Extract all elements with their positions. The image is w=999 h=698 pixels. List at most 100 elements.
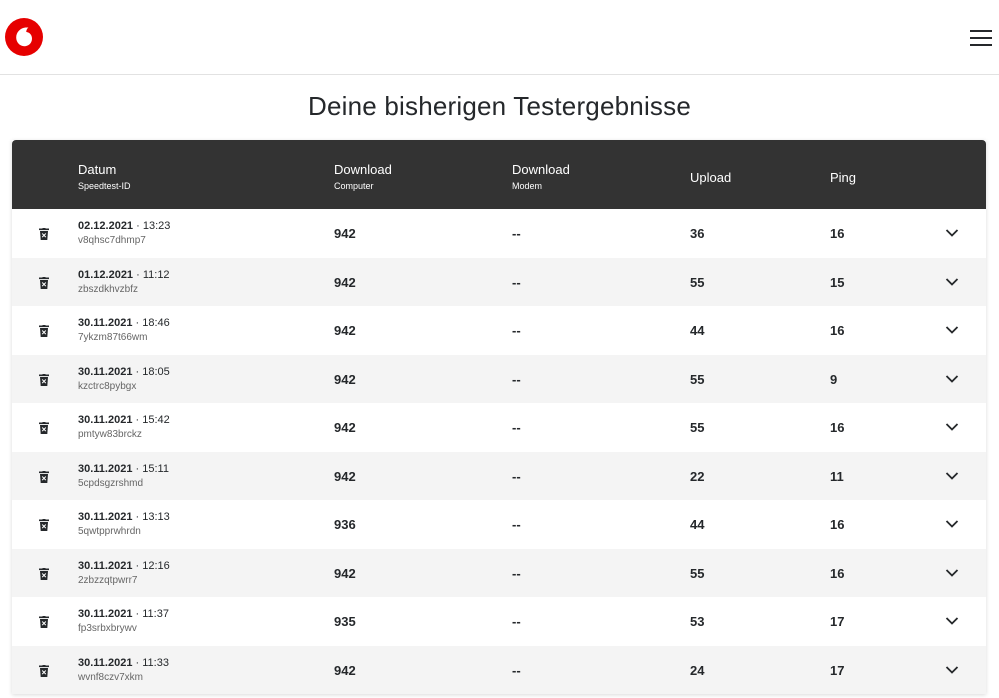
table-body: 02.12.2021 · 13:23 v8qhsc7dhmp7 942 -- 3… — [12, 209, 986, 694]
table-row[interactable]: 30.11.2021 · 12:16 2zbzzqtpwrr7 942 -- 5… — [12, 548, 986, 597]
test-date-day: 30.11.2021 — [78, 317, 133, 329]
trash-icon[interactable] — [39, 276, 49, 289]
trash-icon[interactable] — [39, 373, 49, 386]
date-cell: 30.11.2021 · 11:33 wvnf8czv7xkm — [78, 657, 169, 683]
column-header-datum-sub: Speedtest-ID — [78, 181, 131, 191]
table-header: Datum Speedtest-ID Download Computer Dow… — [12, 140, 986, 209]
download-modem-value: -- — [512, 517, 521, 532]
trash-icon[interactable] — [39, 519, 49, 531]
table-row[interactable]: 30.11.2021 · 15:11 5cpdsgzrshmd 942 -- 2… — [12, 451, 986, 500]
column-header-ping-label: Ping — [830, 170, 857, 185]
test-date: 30.11.2021 · 15:42 — [78, 414, 170, 426]
chevron-down-icon[interactable] — [945, 616, 959, 626]
table-row[interactable]: 30.11.2021 · 13:13 5qwtpprwhrdn 936 -- 4… — [12, 500, 986, 549]
test-date: 30.11.2021 · 18:05 — [78, 366, 170, 378]
upload-value: 24 — [690, 662, 705, 678]
table-row[interactable]: 02.12.2021 · 13:23 v8qhsc7dhmp7 942 -- 3… — [12, 209, 986, 258]
test-date-day: 30.11.2021 — [78, 559, 133, 572]
download-computer-value: 935 — [334, 614, 356, 629]
table-row[interactable]: 30.11.2021 · 18:05 kzctrc8pybgx 942 -- 5… — [12, 354, 986, 403]
date-cell: 30.11.2021 · 13:13 5qwtpprwhrdn — [78, 511, 170, 537]
chevron-down-icon[interactable] — [945, 374, 959, 384]
chevron-down-icon[interactable] — [945, 471, 959, 481]
table-row[interactable]: 30.11.2021 · 11:33 wvnf8czv7xkm 942 -- 2… — [12, 645, 986, 694]
date-cell: 30.11.2021 · 11:37 fp3srbxbrywv — [78, 608, 169, 634]
test-date: 30.11.2021 · 15:11 — [78, 463, 169, 475]
download-computer-value: 942 — [334, 371, 356, 387]
test-time: · 15:11 — [135, 462, 169, 475]
date-cell: 01.12.2021 · 11:12 zbszdkhvzbfz — [78, 269, 170, 295]
download-modem-value: -- — [512, 614, 521, 629]
download-modem-value: -- — [512, 420, 521, 435]
vodafone-logo-icon[interactable] — [5, 18, 43, 56]
chevron-down-icon[interactable] — [945, 568, 959, 578]
speedtest-id: 5cpdsgzrshmd — [78, 477, 144, 489]
ping-value: 16 — [830, 565, 845, 581]
test-date-day: 30.11.2021 — [78, 414, 133, 426]
download-modem-value: -- — [512, 565, 521, 581]
date-cell: 30.11.2021 · 18:05 kzctrc8pybgx — [78, 366, 170, 392]
test-time: · 11:33 — [135, 656, 169, 669]
chevron-down-icon[interactable] — [945, 228, 959, 238]
chevron-down-icon[interactable] — [945, 422, 959, 432]
chevron-down-icon[interactable] — [945, 519, 959, 529]
download-modem-value: -- — [512, 274, 521, 290]
test-date-day: 02.12.2021 — [78, 220, 134, 232]
test-time: · 12:16 — [135, 559, 170, 572]
speedtest-id: 2zbzzqtpwrr7 — [78, 574, 138, 586]
chevron-down-icon[interactable] — [945, 277, 959, 287]
download-computer-value: 942 — [334, 662, 356, 678]
test-time: · 11:12 — [136, 268, 170, 281]
download-computer-value: 942 — [334, 420, 356, 435]
speedtest-id: kzctrc8pybgx — [78, 380, 137, 392]
upload-value: 22 — [690, 468, 705, 484]
table-row[interactable]: 30.11.2021 · 15:42 pmtyw83brckz 942 -- 5… — [12, 403, 986, 452]
test-date-day: 01.12.2021 — [78, 268, 134, 281]
trash-icon[interactable] — [39, 325, 49, 337]
date-cell: 30.11.2021 · 15:42 pmtyw83brckz — [78, 414, 170, 440]
ping-value: 16 — [830, 517, 845, 532]
chevron-down-icon[interactable] — [945, 665, 959, 675]
download-computer-value: 942 — [334, 323, 356, 338]
table-row[interactable]: 30.11.2021 · 18:46 7ykzm87t66wm 942 -- 4… — [12, 306, 986, 355]
speedtest-id: v8qhsc7dhmp7 — [78, 235, 146, 246]
column-header-download-computer: Download Computer — [334, 162, 392, 191]
hamburger-menu-icon[interactable] — [970, 30, 992, 47]
test-date-day: 30.11.2021 — [78, 511, 133, 523]
trash-icon[interactable] — [39, 616, 49, 628]
upload-value: 55 — [690, 420, 705, 435]
table-row[interactable]: 01.12.2021 · 11:12 zbszdkhvzbfz 942 -- 5… — [12, 257, 986, 306]
trash-icon[interactable] — [39, 470, 49, 483]
download-computer-value: 942 — [334, 565, 356, 581]
column-header-download-modem-sub: Modem — [512, 181, 543, 191]
column-header-download-modem-label: Download — [512, 162, 570, 177]
test-date: 02.12.2021 · 13:23 — [78, 220, 170, 232]
upload-value: 55 — [690, 565, 705, 581]
ping-value: 9 — [830, 371, 838, 387]
column-header-download-computer-label: Download — [334, 162, 392, 177]
column-header-upload-label: Upload — [690, 170, 732, 185]
download-modem-value: -- — [512, 323, 521, 338]
chevron-down-icon[interactable] — [945, 325, 959, 335]
trash-icon[interactable] — [39, 228, 49, 240]
test-date: 30.11.2021 · 18:46 — [78, 317, 170, 329]
test-time: · 15:42 — [135, 414, 170, 426]
test-time: · 18:05 — [135, 365, 170, 378]
trash-icon[interactable] — [39, 664, 49, 677]
test-time: · 18:46 — [135, 317, 170, 329]
trash-icon[interactable] — [39, 422, 49, 434]
speedtest-id: 7ykzm87t66wm — [78, 332, 148, 343]
speedtest-id: fp3srbxbrywv — [78, 623, 137, 634]
upload-value: 55 — [690, 274, 705, 290]
download-modem-value: -- — [512, 468, 521, 484]
table-row[interactable]: 30.11.2021 · 11:37 fp3srbxbrywv 935 -- 5… — [12, 597, 986, 646]
ping-value: 16 — [830, 226, 845, 241]
upload-value: 44 — [690, 323, 705, 338]
test-time: · 13:13 — [135, 511, 170, 523]
ping-value: 16 — [830, 420, 845, 435]
upload-value: 44 — [690, 517, 705, 532]
test-time: · 11:37 — [135, 608, 169, 620]
trash-icon[interactable] — [39, 567, 49, 580]
ping-value: 15 — [830, 274, 845, 290]
date-cell: 30.11.2021 · 18:46 7ykzm87t66wm — [78, 317, 170, 343]
